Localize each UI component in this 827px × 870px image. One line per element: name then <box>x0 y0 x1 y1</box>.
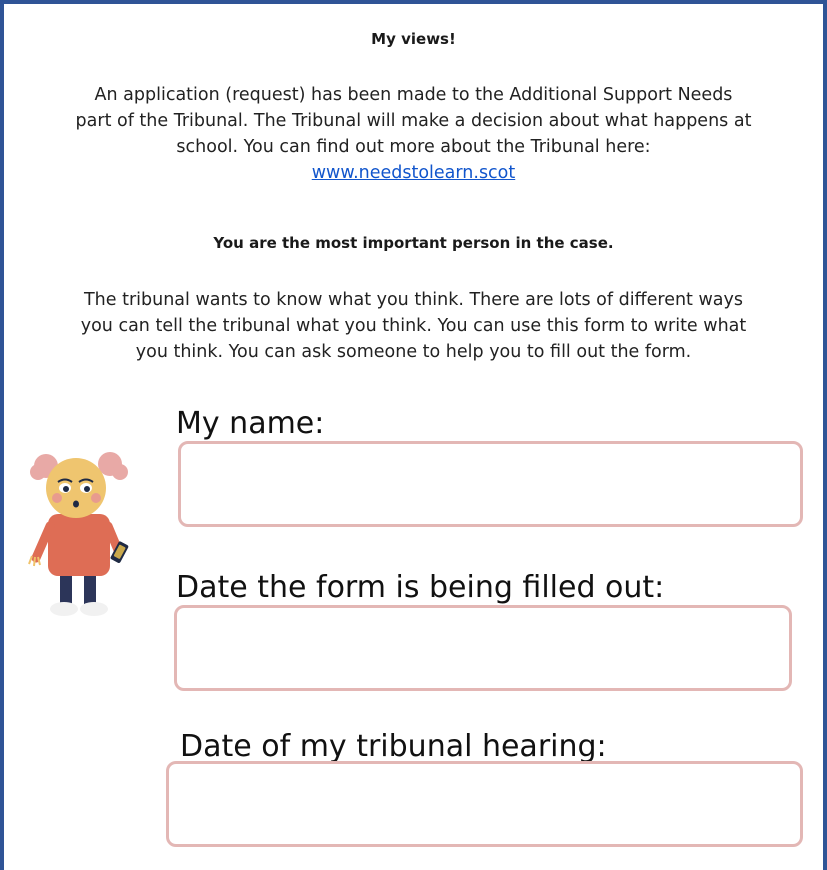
important-statement: You are the most important person in the… <box>213 234 614 252</box>
explanation-line-2: you can tell the tribunal what you think… <box>80 316 747 336</box>
explanation-line-1: The tribunal wants to know what you thin… <box>83 290 743 310</box>
child-with-phone-illustration <box>28 452 129 616</box>
form-page: My views! An application (request) has b… <box>0 0 827 870</box>
hearing-date-field[interactable] <box>166 761 803 847</box>
intro-paragraph: An application (request) has been made t… <box>14 82 813 186</box>
date-filled-field[interactable] <box>174 605 792 691</box>
intro-line-1: An application (request) has been made t… <box>94 85 733 105</box>
intro-line-2: part of the Tribunal. The Tribunal will … <box>75 111 752 131</box>
page-title: My views! <box>371 30 456 48</box>
hearing-date-label: Date of my tribunal hearing: <box>180 729 607 764</box>
name-label: My name: <box>176 406 325 441</box>
intro-line-3: school. You can find out more about the … <box>176 137 651 157</box>
needstolearn-link[interactable]: www.needstolearn.scot <box>312 163 516 183</box>
name-field[interactable] <box>178 441 803 527</box>
date-filled-label: Date the form is being filled out: <box>176 570 665 605</box>
explanation-line-3: you think. You can ask someone to help y… <box>135 342 692 362</box>
explanation-paragraph: The tribunal wants to know what you thin… <box>14 287 813 365</box>
